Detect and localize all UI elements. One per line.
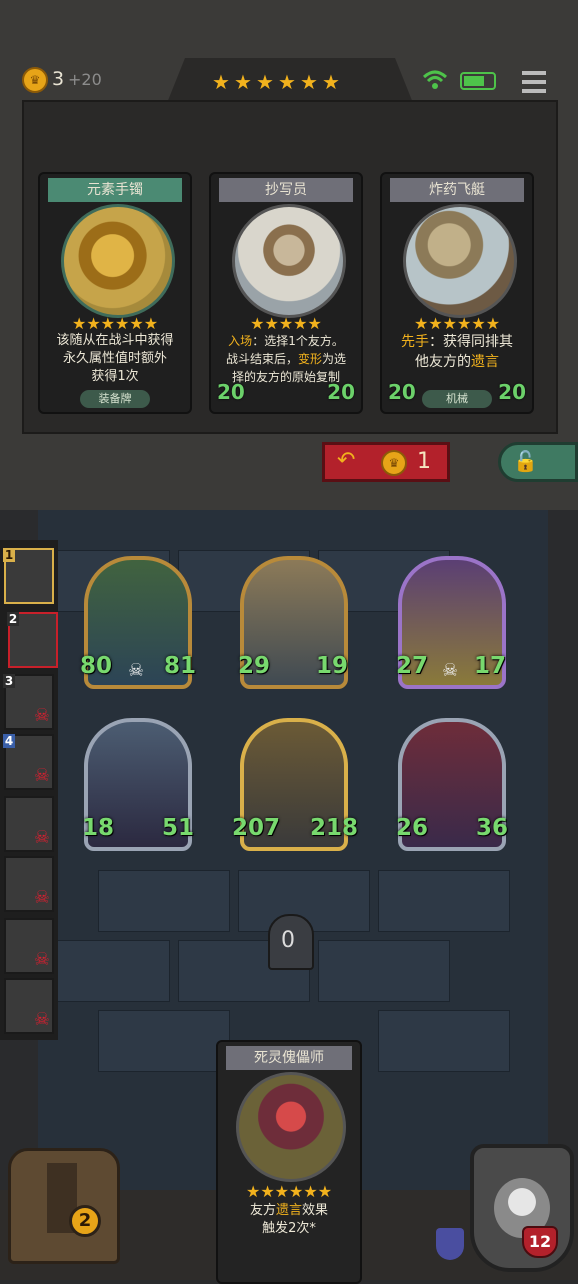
gold-display: ♛ 3 +20 bbox=[22, 66, 106, 94]
card-title: 抄写员 bbox=[219, 178, 353, 202]
board-minion-1[interactable]: 80 ☠ 81 bbox=[80, 556, 196, 689]
bracelet-art bbox=[61, 204, 175, 318]
card-stars: ★★★★★ bbox=[250, 314, 322, 333]
sidebar-player-7[interactable]: ☠ bbox=[4, 918, 54, 974]
card-stars: ★★★★★★ bbox=[413, 314, 501, 333]
board-minion-6[interactable]: 26 36 bbox=[396, 718, 508, 851]
card-tag: 机械 bbox=[422, 390, 492, 408]
card-description: 入场：选择1个友方。 战斗结束后，变形为选 择的友方的原始复制 bbox=[225, 334, 347, 384]
card-title: 元素手镯 bbox=[48, 178, 182, 202]
dead-skull-icon: ☠ bbox=[33, 1009, 50, 1030]
card-title: 炸药飞艇 bbox=[390, 178, 524, 202]
dead-skull-icon: ☠ bbox=[33, 949, 50, 970]
board-minion-2[interactable]: 29 19 bbox=[238, 556, 348, 689]
menu-button[interactable] bbox=[520, 68, 548, 96]
card-tag: 装备牌 bbox=[80, 390, 150, 408]
battery-icon bbox=[460, 72, 496, 90]
card-stars: ★★★★★★ bbox=[71, 314, 159, 333]
board-minion-5[interactable]: 207 218 bbox=[232, 718, 358, 851]
shop-card-1[interactable]: 元素手镯 ★★★★★★ 该随从在战斗中获得 永久属性值时额外 获得1次 装备牌 bbox=[38, 172, 192, 414]
minion-health: 19 bbox=[315, 653, 348, 679]
minion-attack: 207 bbox=[232, 815, 281, 841]
star-icon: ★ bbox=[212, 70, 230, 94]
sidebar-player-5[interactable]: ☠ bbox=[4, 796, 54, 852]
card-description: 先手：获得同排其 他友方的遗言 bbox=[401, 334, 513, 370]
star-icon: ★ bbox=[256, 70, 274, 94]
gold-amount: 3 bbox=[52, 68, 65, 90]
minion-attack: 27 bbox=[396, 653, 429, 679]
dead-skull-icon: ☠ bbox=[33, 765, 50, 786]
dead-skull-icon: ☠ bbox=[33, 705, 50, 726]
gold-coin-icon: ♛ bbox=[381, 450, 407, 476]
sidebar-player-8[interactable]: ☠ bbox=[4, 978, 54, 1034]
sidebar-player-4[interactable]: 4 ☠ bbox=[3, 734, 54, 790]
chest-level-badge: 2 bbox=[69, 1205, 101, 1237]
minion-attack: 29 bbox=[238, 653, 271, 679]
minion-health: 17 bbox=[473, 653, 506, 679]
sidebar-player-1[interactable]: 1 bbox=[3, 548, 54, 604]
star-icon: ★ bbox=[300, 70, 318, 94]
star-icon: ★ bbox=[278, 70, 296, 94]
freeze-shop-button[interactable]: 🔓 bbox=[498, 442, 578, 482]
sidebar-player-2[interactable]: 2 bbox=[7, 612, 58, 668]
minion-health: 81 bbox=[163, 653, 196, 679]
card-health: 20 bbox=[327, 380, 355, 404]
minion-health: 218 bbox=[309, 815, 358, 841]
gold-income: +20 bbox=[68, 70, 102, 89]
sidebar-player-6[interactable]: ☠ bbox=[4, 856, 54, 912]
shop-panel: ★ ★ ★ ★ ★ ★ ♛ 3 +20 元素手镯 ★★★★★★ 该随从在战斗中获得 永久属… bbox=[0, 0, 578, 510]
sidebar-player-3[interactable]: 3 ☠ bbox=[3, 674, 54, 730]
puppeteer-art bbox=[236, 1072, 346, 1182]
gold-coin-icon: ♛ bbox=[22, 67, 48, 93]
minion-health: 51 bbox=[161, 815, 194, 841]
board-slot-counter: 0 bbox=[268, 914, 314, 970]
refresh-cost: 1 bbox=[417, 449, 431, 474]
refresh-icon: ↶ bbox=[337, 448, 356, 473]
shop-card-3[interactable]: 炸药飞艇 ★★★★★★ 先手：获得同排其 他友方的遗言 机械 20 20 bbox=[380, 172, 534, 414]
minion-health: 36 bbox=[475, 815, 508, 841]
hand-card[interactable]: 死灵傀儡师 ★★★★★★ 友方遗言效果 触发2次* bbox=[216, 1040, 362, 1284]
skull-icon: ☠ bbox=[442, 660, 459, 681]
card-health: 20 bbox=[498, 380, 526, 404]
minion-attack: 80 bbox=[80, 653, 113, 679]
scribe-art bbox=[232, 204, 346, 318]
card-stars: ★★★★★★ bbox=[245, 1182, 333, 1201]
tier-stars: ★ ★ ★ ★ ★ ★ bbox=[210, 70, 342, 94]
star-icon: ★ bbox=[322, 70, 340, 94]
wifi-icon bbox=[422, 68, 448, 92]
dead-skull-icon: ☠ bbox=[33, 827, 50, 848]
skull-icon: ☠ bbox=[128, 660, 145, 681]
treasure-chest[interactable]: 2 bbox=[8, 1148, 120, 1264]
star-icon: ★ bbox=[234, 70, 252, 94]
player-health: 12 bbox=[522, 1226, 558, 1258]
minion-attack: 18 bbox=[82, 815, 115, 841]
card-attack: 20 bbox=[217, 380, 245, 404]
board-minion-4[interactable]: 18 51 bbox=[82, 718, 194, 851]
card-description: 该随从在战斗中获得 永久属性值时额外 获得1次 bbox=[56, 333, 174, 384]
card-title: 死灵傀儡师 bbox=[226, 1046, 352, 1070]
dead-skull-icon: ☠ bbox=[33, 887, 50, 908]
shop-card-2[interactable]: 抄写员 ★★★★★ 入场：选择1个友方。 战斗结束后，变形为选 择的友方的原始复… bbox=[209, 172, 363, 414]
shield-icon bbox=[436, 1228, 464, 1260]
board-minion-3[interactable]: 27 ☠ 17 bbox=[396, 556, 506, 689]
player-hero-portrait[interactable] bbox=[470, 1144, 574, 1272]
airship-art bbox=[403, 204, 517, 318]
card-attack: 20 bbox=[388, 380, 416, 404]
lock-icon: 🔓 bbox=[513, 449, 538, 473]
refresh-button[interactable]: ↶ ♛ 1 bbox=[322, 442, 450, 482]
card-description: 友方遗言效果 触发2次* bbox=[249, 1203, 329, 1236]
minion-attack: 26 bbox=[396, 815, 429, 841]
